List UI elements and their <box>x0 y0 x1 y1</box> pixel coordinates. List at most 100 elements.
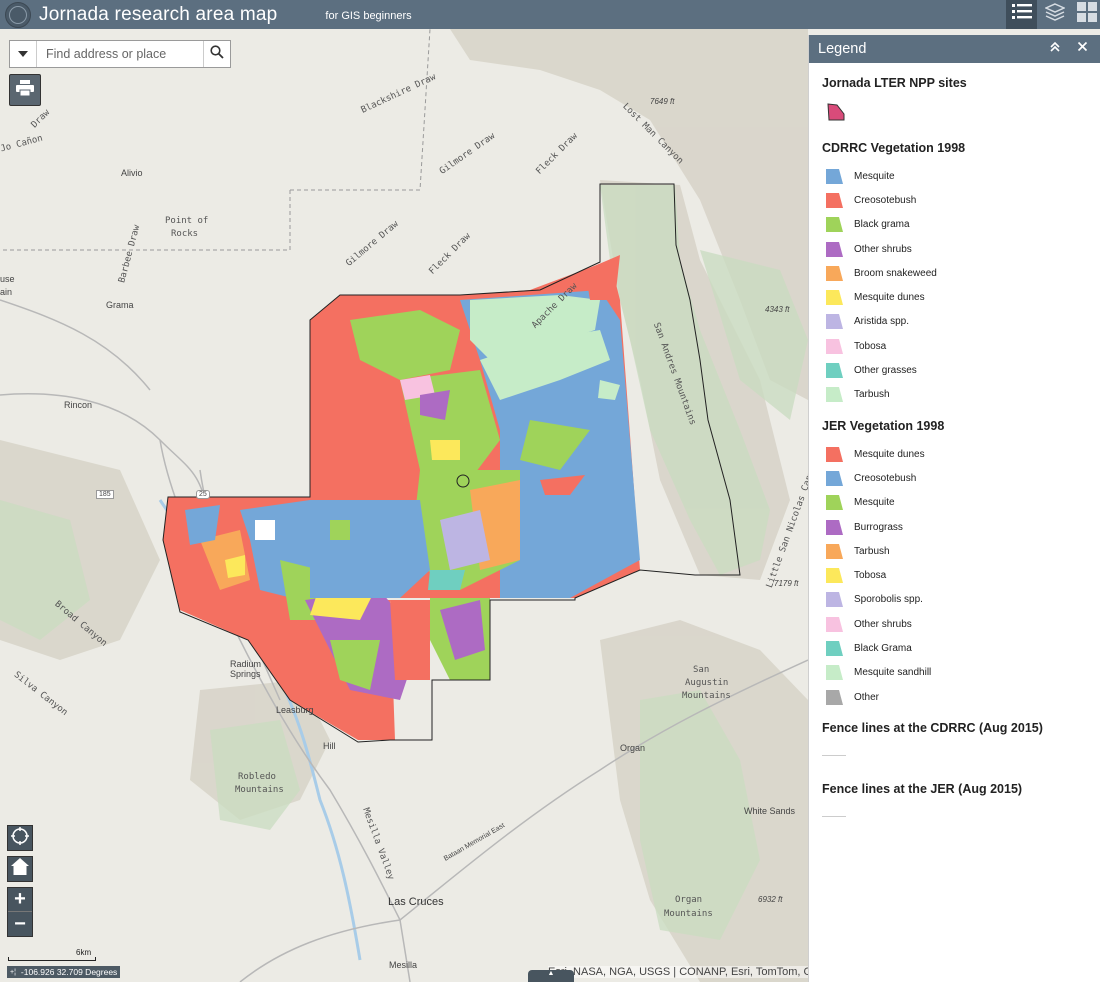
legend-item-label: Tarbush <box>854 545 890 557</box>
search-button[interactable] <box>203 41 230 67</box>
legend-swatch <box>826 495 843 511</box>
place-san: San <box>693 665 710 675</box>
place-hill: Hill <box>323 741 336 751</box>
zoom-in-button[interactable]: + <box>8 888 32 912</box>
legend-swatch <box>826 217 843 233</box>
place-organ-mtns-2: Mountains <box>664 909 713 919</box>
fence-line-swatch <box>822 755 846 757</box>
search-source-dropdown[interactable] <box>10 41 37 67</box>
legend-section: Jornada LTER NPP sites <box>822 76 1100 129</box>
legend-item: Mesquite dunes <box>822 285 1100 309</box>
place-radium: Radium <box>230 659 262 669</box>
fence-line-swatch <box>822 816 846 818</box>
legend-item: Other shrubs <box>822 612 1100 636</box>
legend-item-label: Other <box>854 691 880 703</box>
legend-swatch <box>826 338 843 354</box>
print-button[interactable] <box>9 74 41 106</box>
legend-item: Tarbush <box>822 539 1100 563</box>
layers-button[interactable] <box>1039 0 1070 29</box>
legend-item-label: Creosotebush <box>854 472 917 484</box>
legend-swatch <box>826 689 843 705</box>
legend-swatch <box>826 616 843 632</box>
legend-item: Tobosa <box>822 563 1100 587</box>
seal-logo <box>5 1 31 28</box>
place-mesilla: Mesilla <box>389 960 418 970</box>
attribution-toggle[interactable]: ▲ <box>528 970 574 982</box>
legend-swatch <box>826 543 843 559</box>
legend-section-title: Fence lines at the CDRRC (Aug 2015) <box>822 721 1043 736</box>
legend-section-title: Fence lines at the JER (Aug 2015) <box>822 782 1023 797</box>
place-robledo-mtns: Mountains <box>235 785 284 795</box>
legend-item: Aristida spp. <box>822 310 1100 334</box>
app-subtitle: for GIS beginners <box>325 9 412 22</box>
map-view[interactable]: Alivio Point of Rocks Grama Rincon Radiu… <box>0 29 808 982</box>
coordinate-readout: +¦ -106.926 32.709 Degrees <box>7 966 121 978</box>
legend-swatch <box>826 446 843 462</box>
place-rocks: Rocks <box>171 229 199 239</box>
legend-swatch <box>826 192 843 208</box>
legend-swatch <box>826 665 843 681</box>
legend-item: Other grasses <box>822 358 1100 382</box>
legend-item: Tarbush <box>822 383 1100 407</box>
basemap-button[interactable] <box>1071 0 1100 29</box>
search-input[interactable] <box>37 41 203 67</box>
legend-toggle-button[interactable] <box>1006 0 1037 29</box>
legend-swatch <box>826 568 843 584</box>
legend-item: Mesquite dunes <box>822 442 1100 466</box>
hwy-25-shield: 25 <box>196 490 210 499</box>
place-augustin-mtns: Mountains <box>682 691 731 701</box>
legend-item: Creosotebush <box>822 466 1100 490</box>
legend-section: CDRRC Vegetation 1998 Mesquite Creosotebus… <box>822 141 1100 407</box>
coordinate-text: -106.926 32.709 Degrees <box>20 967 118 977</box>
legend-swatch <box>826 640 843 656</box>
place-springs: Springs <box>230 669 261 679</box>
legend-item: Mesquite <box>822 491 1100 515</box>
legend-swatch <box>826 470 843 486</box>
legend-item-label: Other shrubs <box>854 618 912 630</box>
legend-item-label: Creosotebush <box>854 194 917 206</box>
legend-title: Legend <box>818 41 867 57</box>
scale-line <box>8 957 96 961</box>
legend-item: Sporobolis spp. <box>822 588 1100 612</box>
place-robledo: Robledo <box>238 772 276 782</box>
place-ain: ain <box>0 287 13 297</box>
legend-swatch <box>826 241 843 257</box>
locate-button[interactable] <box>7 825 33 851</box>
elev-7179: 7179 ft <box>774 579 799 588</box>
home-button[interactable] <box>7 856 33 882</box>
search-icon <box>210 44 224 64</box>
legend-swatch <box>826 314 843 330</box>
place-house: use <box>0 274 15 284</box>
place-organ: Organ <box>620 743 646 753</box>
legend-item-label: Tobosa <box>854 340 887 352</box>
legend-section: Fence lines at the CDRRC (Aug 2015) <box>822 721 1100 757</box>
elev-6932: 6932 ft <box>758 895 783 904</box>
scale-label: 6km <box>76 948 92 957</box>
legend-item: Other <box>822 685 1100 709</box>
legend-section: JER Vegetation 1998 Mesquite dunes Creosot… <box>822 419 1100 709</box>
grid-icon <box>1076 2 1097 27</box>
legend-item-label: Mesquite sandhill <box>854 667 932 679</box>
legend-item-label: Other shrubs <box>854 243 912 255</box>
close-icon[interactable] <box>1077 41 1088 55</box>
legend-section: Fence lines at the JER (Aug 2015) <box>822 782 1100 818</box>
place-alivio: Alivio <box>121 168 143 178</box>
collapse-icon[interactable] <box>1049 41 1061 56</box>
legend-item: Black grama <box>822 213 1100 237</box>
legend-item: Black Grama <box>822 636 1100 660</box>
zoom-control: + − <box>7 887 33 937</box>
legend-item-label: Aristida spp. <box>854 316 910 328</box>
search-widget <box>9 40 231 68</box>
layers-icon <box>1043 3 1066 26</box>
legend-section-title: CDRRC Vegetation 1998 <box>822 141 966 155</box>
legend-swatch <box>826 363 843 379</box>
zoom-out-button[interactable]: − <box>8 912 32 936</box>
legend-swatch <box>826 592 843 608</box>
legend-item: Mesquite sandhill <box>822 661 1100 685</box>
app-title: Jornada research area map <box>39 3 278 25</box>
place-leasburg: Leasburg <box>276 705 314 715</box>
legend-section-title: Jornada LTER NPP sites <box>822 76 967 90</box>
legend-item-label: Mesquite <box>854 497 895 509</box>
printer-icon <box>16 79 34 101</box>
legend-item: Mesquite <box>822 164 1100 188</box>
